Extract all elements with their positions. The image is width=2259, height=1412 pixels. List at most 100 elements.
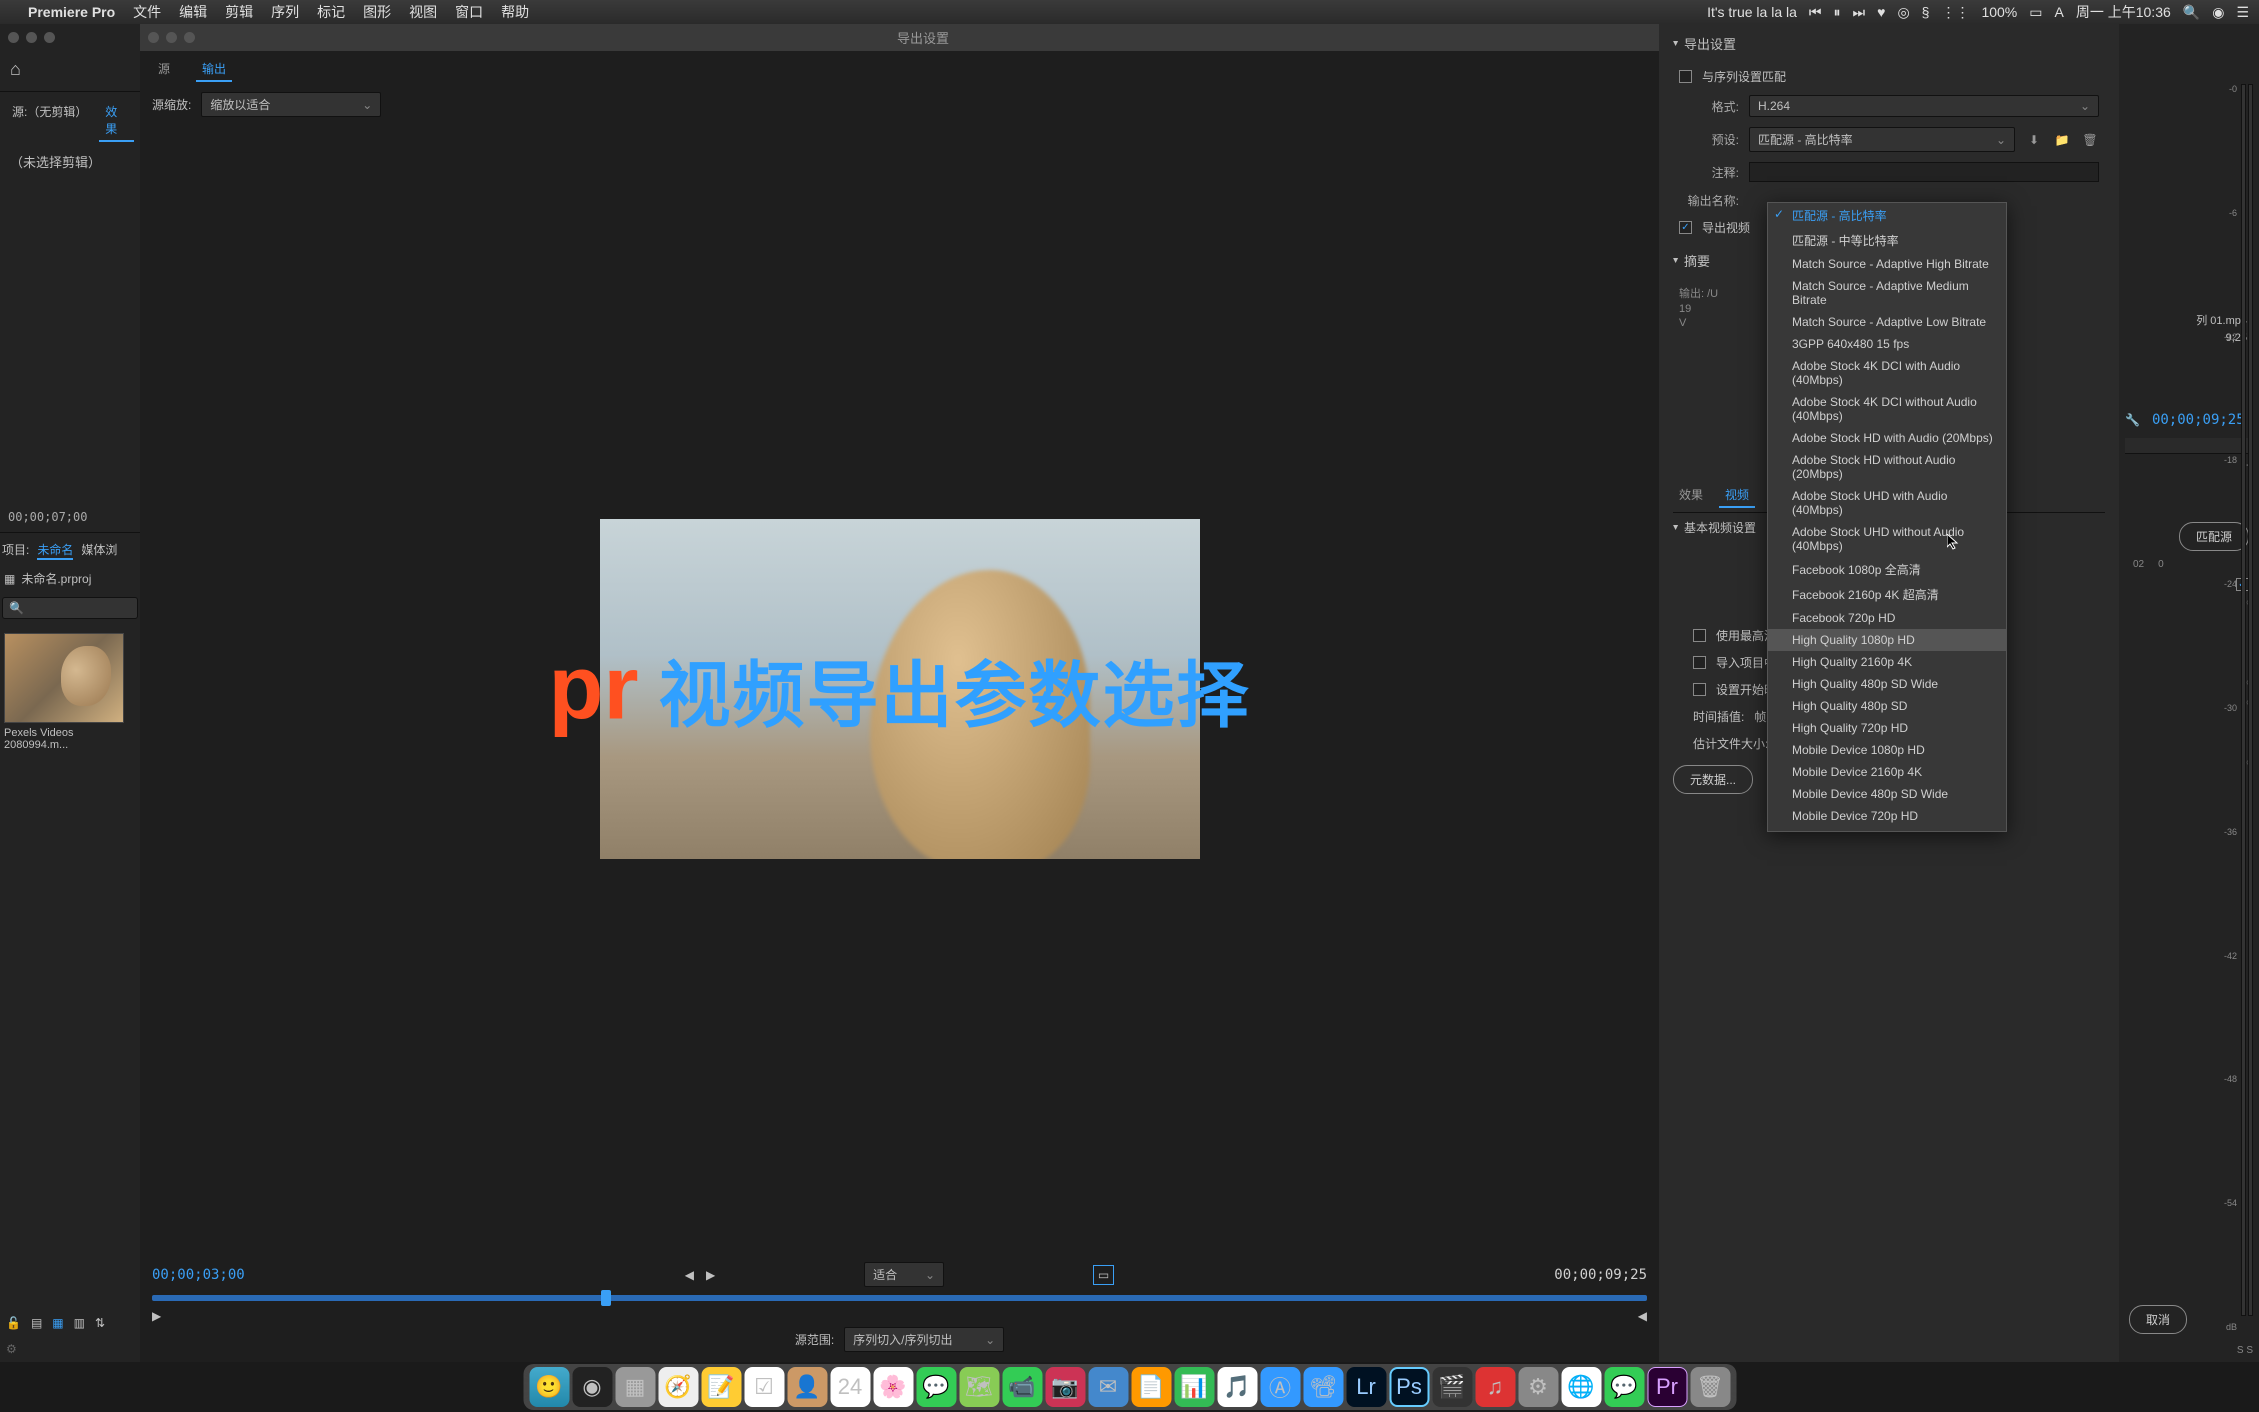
dialog-max-icon[interactable] <box>184 32 195 43</box>
dock-netease[interactable]: ♫ <box>1475 1367 1515 1407</box>
input-icon[interactable]: A <box>2055 4 2064 20</box>
preset-dropdown-menu[interactable]: 匹配源 - 高比特率 匹配源 - 中等比特率 Match Source - Ad… <box>1767 202 2007 832</box>
dock-maps[interactable]: 🗺 <box>959 1367 999 1407</box>
step-back-icon[interactable]: ◀ <box>685 1268 694 1282</box>
dock-finder[interactable]: 🙂 <box>529 1367 569 1407</box>
preset-item[interactable]: Twitter 1080p 全高清 <box>1768 827 2006 832</box>
dock-lightroom[interactable]: Lr <box>1346 1367 1386 1407</box>
preset-item[interactable]: High Quality 720p HD <box>1768 717 2006 739</box>
dock-launchpad[interactable]: ▦ <box>615 1367 655 1407</box>
status-icon-2[interactable]: § <box>1922 4 1930 20</box>
dock-contacts[interactable]: 👤 <box>787 1367 827 1407</box>
import-preset-icon[interactable]: 📁 <box>2053 131 2071 149</box>
metadata-button[interactable]: 元数据... <box>1673 765 1753 794</box>
menu-edit[interactable]: 编辑 <box>179 2 207 22</box>
preset-item[interactable]: Mobile Device 480p SD Wide <box>1768 783 2006 805</box>
tab-output-preview[interactable]: 输出 <box>196 57 232 82</box>
tab-media[interactable]: 媒体浏 <box>81 541 117 560</box>
dock-trash[interactable]: 🗑 <box>1690 1367 1730 1407</box>
menu-marker[interactable]: 标记 <box>317 2 345 22</box>
dock-itunes[interactable]: 🎵 <box>1217 1367 1257 1407</box>
preset-item[interactable]: Adobe Stock HD with Audio (20Mbps) <box>1768 427 2006 449</box>
heart-icon[interactable]: ♥ <box>1877 4 1885 20</box>
chevron-down-icon[interactable]: ▸ <box>1670 258 1681 263</box>
preset-item[interactable]: 匹配源 - 高比特率 <box>1768 203 2006 228</box>
dock-safari[interactable]: 🧭 <box>658 1367 698 1407</box>
preset-item[interactable]: High Quality 480p SD <box>1768 695 2006 717</box>
prev-track-icon[interactable]: ⏮ <box>1809 4 1822 21</box>
wifi-icon[interactable]: ⋮⋮ <box>1941 4 1969 21</box>
preset-item[interactable]: Mobile Device 2160p 4K <box>1768 761 2006 783</box>
dock-photobooth[interactable]: 📷 <box>1045 1367 1085 1407</box>
menu-sequence[interactable]: 序列 <box>271 2 299 22</box>
preset-dropdown-trigger[interactable]: 匹配源 - 高比特率 <box>1749 127 2015 152</box>
zoom-dropdown[interactable]: 缩放以适合 <box>201 92 381 117</box>
clip-thumbnail[interactable] <box>4 633 124 723</box>
dock-photos[interactable]: 🌸 <box>873 1367 913 1407</box>
spotlight-icon[interactable]: 🔍 <box>2183 4 2200 21</box>
dock-facetime[interactable]: 📹 <box>1002 1367 1042 1407</box>
cancel-button[interactable]: 取消 <box>2129 1305 2187 1334</box>
dock-finalcut[interactable]: 🎬 <box>1432 1367 1472 1407</box>
max-render-checkbox[interactable] <box>1693 629 1706 642</box>
home-icon[interactable]: ⌂ <box>10 59 21 80</box>
lock-icon[interactable]: 🔓 <box>6 1316 21 1330</box>
tab-video-export[interactable]: 视频 <box>1719 483 1755 508</box>
dock-messages[interactable]: 💬 <box>916 1367 956 1407</box>
dock-wechat[interactable]: 💬 <box>1604 1367 1644 1407</box>
tab-effects-export[interactable]: 效果 <box>1673 483 1709 508</box>
preset-item[interactable]: Adobe Stock 4K DCI with Audio (40Mbps) <box>1768 355 2006 391</box>
preset-item[interactable]: High Quality 480p SD Wide <box>1768 673 2006 695</box>
dock-chrome[interactable]: 🌐 <box>1561 1367 1601 1407</box>
fit-dropdown[interactable]: 适合 <box>864 1262 944 1287</box>
siri-icon[interactable]: ◉ <box>2212 4 2224 21</box>
preset-item[interactable]: 3GPP 640x480 15 fps <box>1768 333 2006 355</box>
step-fwd-icon[interactable]: ▶ <box>706 1268 715 1282</box>
playhead[interactable] <box>601 1290 611 1306</box>
app-name[interactable]: Premiere Pro <box>28 4 115 20</box>
preset-item[interactable]: Match Source - Adaptive Low Bitrate <box>1768 311 2006 333</box>
preset-item[interactable]: High Quality 2160p 4K <box>1768 651 2006 673</box>
menu-view[interactable]: 视图 <box>409 2 437 22</box>
sort-icon[interactable]: ⇅ <box>95 1316 105 1330</box>
export-video-checkbox[interactable] <box>1679 221 1692 234</box>
icon-view-icon[interactable]: ▦ <box>52 1316 63 1330</box>
project-name[interactable]: 未命名 <box>37 541 73 560</box>
project-file-name[interactable]: 未命名.prproj <box>21 570 91 587</box>
delete-preset-icon[interactable]: 🗑 <box>2081 131 2099 149</box>
preset-item[interactable]: High Quality 1080p HD <box>1768 629 2006 651</box>
dialog-close-icon[interactable] <box>148 32 159 43</box>
next-track-icon[interactable]: ⏭ <box>1853 4 1866 21</box>
dock-keynote[interactable]: 📽 <box>1303 1367 1343 1407</box>
search-input[interactable]: 🔍 <box>2 597 138 619</box>
settings-icon[interactable]: ⚙ <box>0 1336 140 1362</box>
timeline-slider[interactable] <box>152 1295 1647 1301</box>
preset-item[interactable]: Mobile Device 1080p HD <box>1768 739 2006 761</box>
menu-graphics[interactable]: 图形 <box>363 2 391 22</box>
save-preset-icon[interactable]: ⬇ <box>2025 131 2043 149</box>
minimize-icon[interactable] <box>26 32 37 43</box>
start-tc-checkbox[interactable] <box>1693 683 1706 696</box>
status-icon-1[interactable]: ◎ <box>1897 4 1909 21</box>
tab-effects[interactable]: 效果 <box>99 100 134 142</box>
range-dropdown[interactable]: 序列切入/序列切出 <box>844 1327 1004 1352</box>
preset-item[interactable]: Facebook 1080p 全高清 <box>1768 557 2006 582</box>
format-dropdown[interactable]: H.264 <box>1749 95 2099 117</box>
preset-item[interactable]: Adobe Stock UHD without Audio (40Mbps) <box>1768 521 2006 557</box>
menu-window[interactable]: 窗口 <box>455 2 483 22</box>
dock-calendar[interactable]: 24 <box>830 1367 870 1407</box>
dock-notes[interactable]: 📝 <box>701 1367 741 1407</box>
dock-reminders[interactable]: ☑ <box>744 1367 784 1407</box>
tab-source[interactable]: 源:（无剪辑） <box>6 100 89 142</box>
control-center-icon[interactable]: ☰ <box>2236 4 2249 21</box>
preset-item[interactable]: 匹配源 - 中等比特率 <box>1768 228 2006 253</box>
battery-icon[interactable]: ▭ <box>2029 4 2042 21</box>
in-timecode[interactable]: 00;00;03;00 <box>152 1267 245 1283</box>
comment-input[interactable] <box>1749 162 2099 182</box>
dock-appstore[interactable]: Ⓐ <box>1260 1367 1300 1407</box>
dock-photoshop[interactable]: Ps <box>1389 1367 1429 1407</box>
preset-item[interactable]: Adobe Stock HD without Audio (20Mbps) <box>1768 449 2006 485</box>
preset-item[interactable]: Match Source - Adaptive High Bitrate <box>1768 253 2006 275</box>
preset-item[interactable]: Adobe Stock UHD with Audio (40Mbps) <box>1768 485 2006 521</box>
menu-file[interactable]: 文件 <box>133 2 161 22</box>
